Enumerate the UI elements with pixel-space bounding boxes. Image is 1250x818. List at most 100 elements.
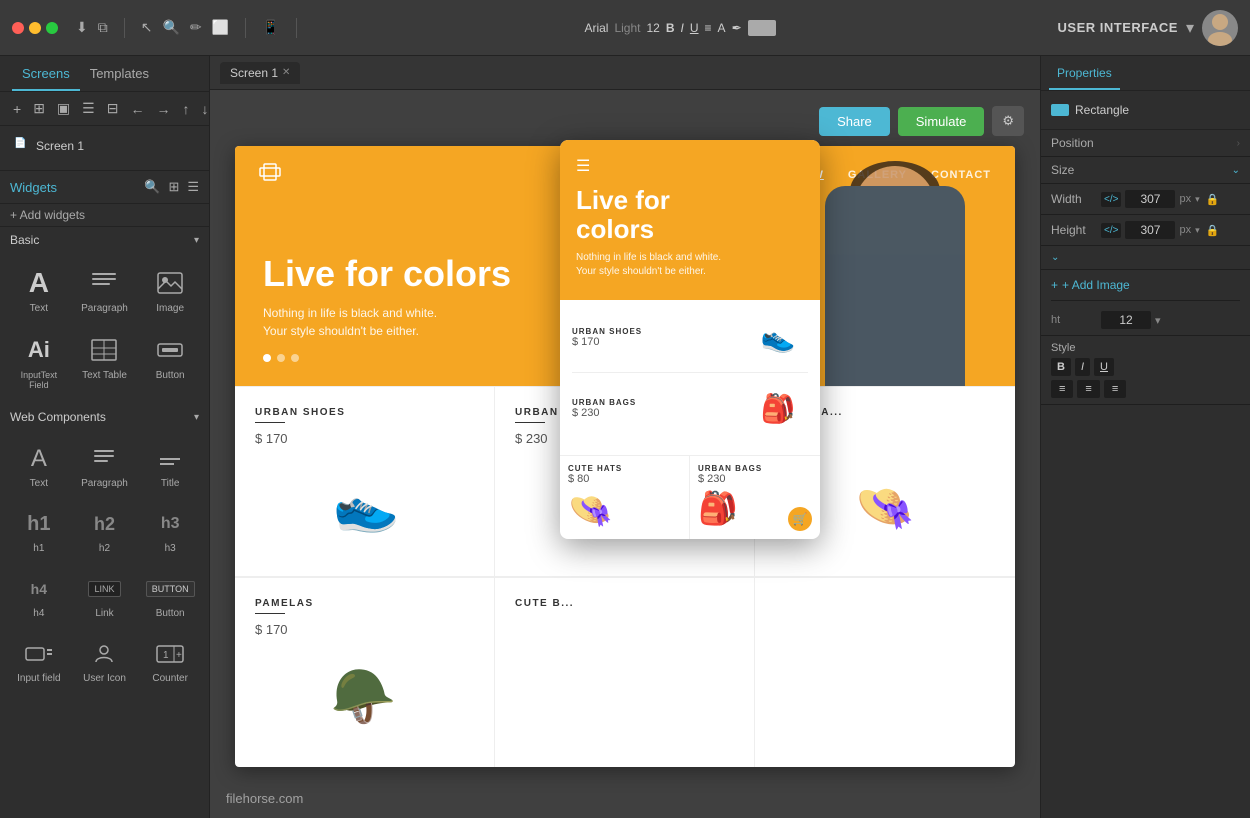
screen-item[interactable]: 📄 Screen 1 xyxy=(8,134,201,158)
prop-height-row: Height </> px ▾ 🔒 xyxy=(1041,215,1250,246)
separator3 xyxy=(296,18,297,38)
search-widget-icon[interactable]: 🔍 xyxy=(144,179,160,195)
align-left-button[interactable]: ≡ xyxy=(1051,380,1073,398)
text-color-button[interactable]: A xyxy=(718,21,726,35)
dot-3[interactable] xyxy=(291,354,299,362)
prop-size-row[interactable]: Size ⌄ xyxy=(1041,157,1250,184)
tab-screens[interactable]: Screens xyxy=(12,56,80,91)
wc-h1[interactable]: h1 h1 xyxy=(8,501,70,562)
wc-h2[interactable]: h2 h2 xyxy=(74,501,136,562)
dropdown-icon[interactable]: ▾ xyxy=(1186,18,1194,38)
wc-paragraph[interactable]: Paragraph xyxy=(74,436,136,497)
color-swatch[interactable] xyxy=(748,20,776,36)
fp-prod-category-bags: URBAN BAGS xyxy=(572,398,740,407)
canvas-tab-close[interactable]: ✕ xyxy=(282,67,290,78)
paragraph-widget-label: Paragraph xyxy=(81,303,128,314)
avatar[interactable] xyxy=(1202,10,1238,46)
web-components-grid: A Text Paragraph Title h1 h1 h2 xyxy=(0,430,209,698)
grid-widget-icon[interactable]: ⊞ xyxy=(168,179,179,195)
zoom-icon[interactable]: 🔍 xyxy=(162,19,179,36)
wc-counter[interactable]: 1+ Counter xyxy=(139,631,201,692)
wc-title[interactable]: Title xyxy=(139,436,201,497)
wc-h4[interactable]: h4 h4 xyxy=(8,566,70,627)
wc-h2-icon: h2 xyxy=(94,509,115,539)
wc-input-field[interactable]: Input field xyxy=(8,631,70,692)
wc-h3[interactable]: h3 h3 xyxy=(139,501,201,562)
settings-button[interactable]: ⚙ xyxy=(992,106,1024,136)
fp-basket-button[interactable]: 🛒 xyxy=(788,507,812,531)
dot-1[interactable] xyxy=(263,354,271,362)
maximize-dot[interactable] xyxy=(46,22,58,34)
minimize-dot[interactable] xyxy=(29,22,41,34)
prop-position-row[interactable]: Position › xyxy=(1041,130,1250,157)
align-center-button[interactable]: ≡ xyxy=(1077,380,1099,398)
device-icon[interactable]: 📱 xyxy=(262,19,279,36)
product-divider xyxy=(255,422,285,423)
file-icon[interactable]: ▣ xyxy=(54,98,73,119)
save-icon[interactable]: ⬇ xyxy=(76,19,88,36)
wc-user-icon[interactable]: User Icon xyxy=(74,631,136,692)
widget-paragraph[interactable]: Paragraph xyxy=(74,259,136,322)
right-tabs: Properties xyxy=(1041,56,1250,91)
widget-text-table[interactable]: Text Table xyxy=(74,326,136,398)
tab-templates[interactable]: Templates xyxy=(80,56,159,91)
fp-bottom-hats-category: CUTE HATS xyxy=(568,464,681,473)
tab-properties[interactable]: Properties xyxy=(1049,56,1120,90)
widget-input-text[interactable]: Ai InputText Field xyxy=(8,326,70,398)
move-up-icon[interactable]: ↑ xyxy=(179,99,192,119)
widget-image[interactable]: Image xyxy=(139,259,201,322)
cursor-icon[interactable]: ↖ xyxy=(141,19,153,36)
widget-button[interactable]: Button xyxy=(139,326,201,398)
bold-style-button[interactable]: B xyxy=(1051,358,1071,376)
bold-button[interactable]: B xyxy=(666,21,675,35)
pen-tool-button[interactable]: ✒ xyxy=(732,21,742,35)
right-panel: Properties Rectangle Position › Size ⌄ W… xyxy=(1040,56,1250,818)
width-lock-icon[interactable]: 🔒 xyxy=(1206,193,1220,206)
position-chevron-icon: › xyxy=(1237,138,1240,149)
add-screen-icon[interactable]: + xyxy=(10,99,24,119)
wc-button[interactable]: BUTTON Button xyxy=(139,566,201,627)
underline-button[interactable]: U xyxy=(690,21,699,35)
font-size-right-input[interactable] xyxy=(1101,311,1151,329)
wc-h2-label: h2 xyxy=(99,543,110,554)
fp-hamburger-icon: ☰ xyxy=(576,156,804,176)
grid-view-icon[interactable]: ⊟ xyxy=(104,98,122,119)
share-button[interactable]: Share xyxy=(819,107,890,136)
height-input[interactable] xyxy=(1125,221,1175,239)
button-widget-label: Button xyxy=(156,370,185,381)
shape-icon[interactable]: ⬜ xyxy=(212,19,229,36)
close-dot[interactable] xyxy=(12,22,24,34)
dot-2[interactable] xyxy=(277,354,285,362)
width-input[interactable] xyxy=(1125,190,1175,208)
italic-style-button[interactable]: I xyxy=(1075,358,1090,376)
list-widget-icon[interactable]: ☰ xyxy=(187,179,199,195)
underline-style-button[interactable]: U xyxy=(1094,358,1114,376)
italic-button[interactable]: I xyxy=(681,21,684,35)
text-table-widget-label: Text Table xyxy=(82,370,127,381)
simulate-button[interactable]: Simulate xyxy=(898,107,985,136)
align-button[interactable]: ≡ xyxy=(705,21,712,35)
width-dropdown-icon[interactable]: ▾ xyxy=(1195,194,1200,205)
divider xyxy=(1051,300,1240,301)
copy-icon[interactable]: ⧉ xyxy=(98,19,108,36)
button-widget-icon xyxy=(156,334,184,366)
canvas-tab-screen1[interactable]: Screen 1 ✕ xyxy=(220,62,300,84)
height-dropdown-icon[interactable]: ▾ xyxy=(1195,225,1200,236)
folder-icon[interactable]: ⊞ xyxy=(30,98,48,119)
move-left-icon[interactable]: ← xyxy=(127,99,147,119)
basic-section-header[interactable]: Basic ▾ xyxy=(0,227,209,253)
wc-link[interactable]: LINK Link xyxy=(74,566,136,627)
move-right-icon[interactable]: → xyxy=(153,99,173,119)
list-view-icon[interactable]: ☰ xyxy=(79,98,98,119)
prop-expand-row[interactable]: ⌄ xyxy=(1041,246,1250,270)
add-widgets-button[interactable]: + Add widgets xyxy=(0,204,209,227)
basic-section-title: Basic xyxy=(10,233,194,247)
pen-icon[interactable]: ✏ xyxy=(190,19,202,36)
fp-prod-category-shoes: URBAN SHOES xyxy=(572,327,740,336)
height-lock-icon[interactable]: 🔒 xyxy=(1206,224,1220,237)
align-right-button[interactable]: ≡ xyxy=(1104,380,1126,398)
wc-text[interactable]: A Text xyxy=(8,436,70,497)
web-components-section-header[interactable]: Web Components ▾ xyxy=(0,404,209,430)
add-image-button[interactable]: + + Add Image xyxy=(1041,270,1250,300)
widget-text[interactable]: A Text xyxy=(8,259,70,322)
